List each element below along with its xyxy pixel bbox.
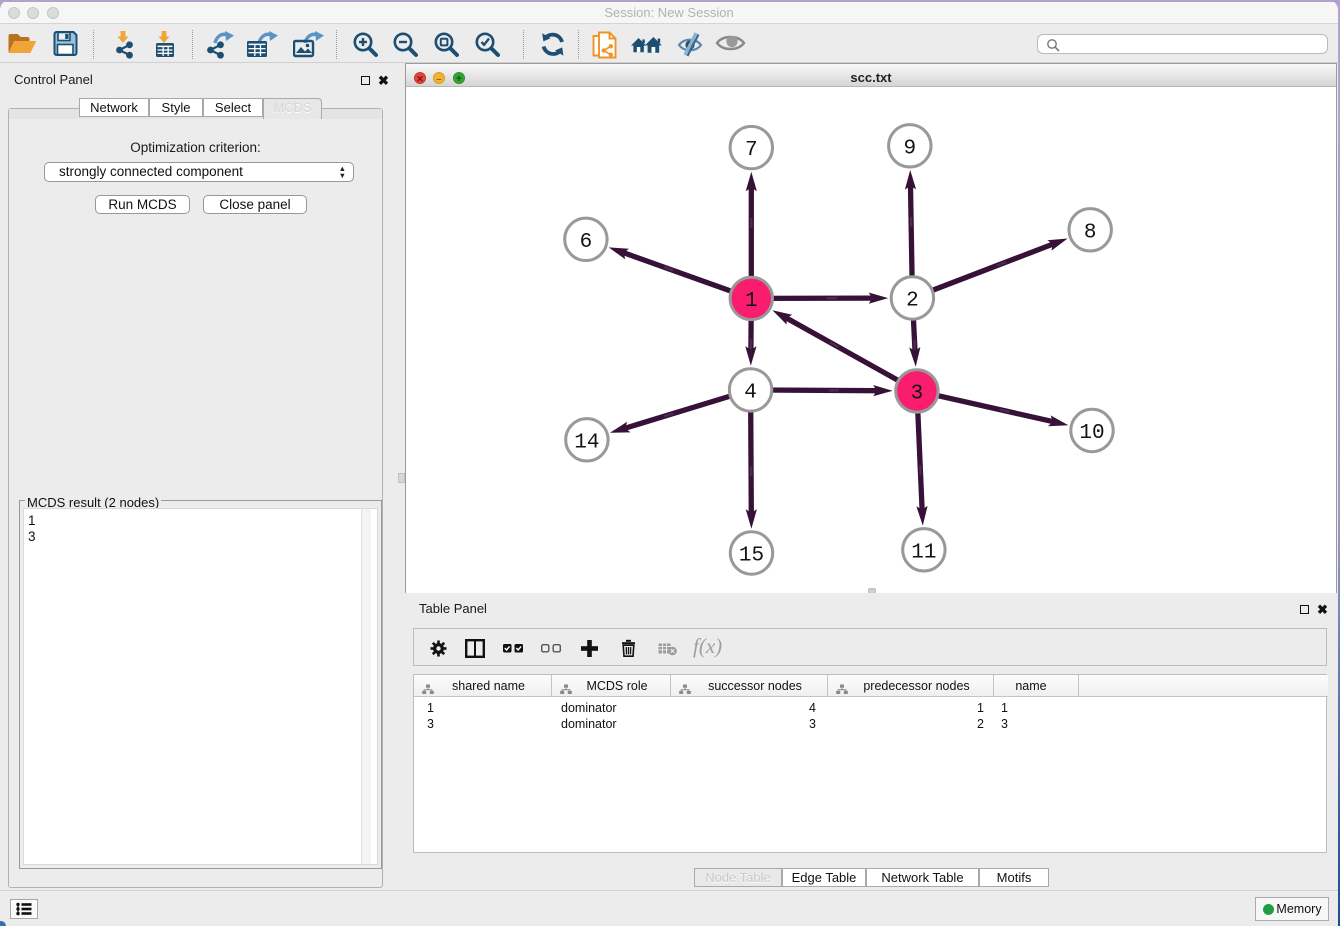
svg-text:3: 3 xyxy=(911,382,924,405)
svg-text:4: 4 xyxy=(744,381,757,404)
svg-text:1: 1 xyxy=(745,289,758,312)
svg-text:8: 8 xyxy=(1084,221,1097,244)
svg-text:9: 9 xyxy=(903,137,916,160)
svg-text:10: 10 xyxy=(1079,422,1104,445)
svg-text:7: 7 xyxy=(745,139,758,162)
svg-text:14: 14 xyxy=(574,431,599,454)
svg-text:2: 2 xyxy=(906,289,919,312)
svg-text:11: 11 xyxy=(911,541,936,564)
svg-text:15: 15 xyxy=(739,544,764,567)
svg-text:6: 6 xyxy=(580,230,593,253)
